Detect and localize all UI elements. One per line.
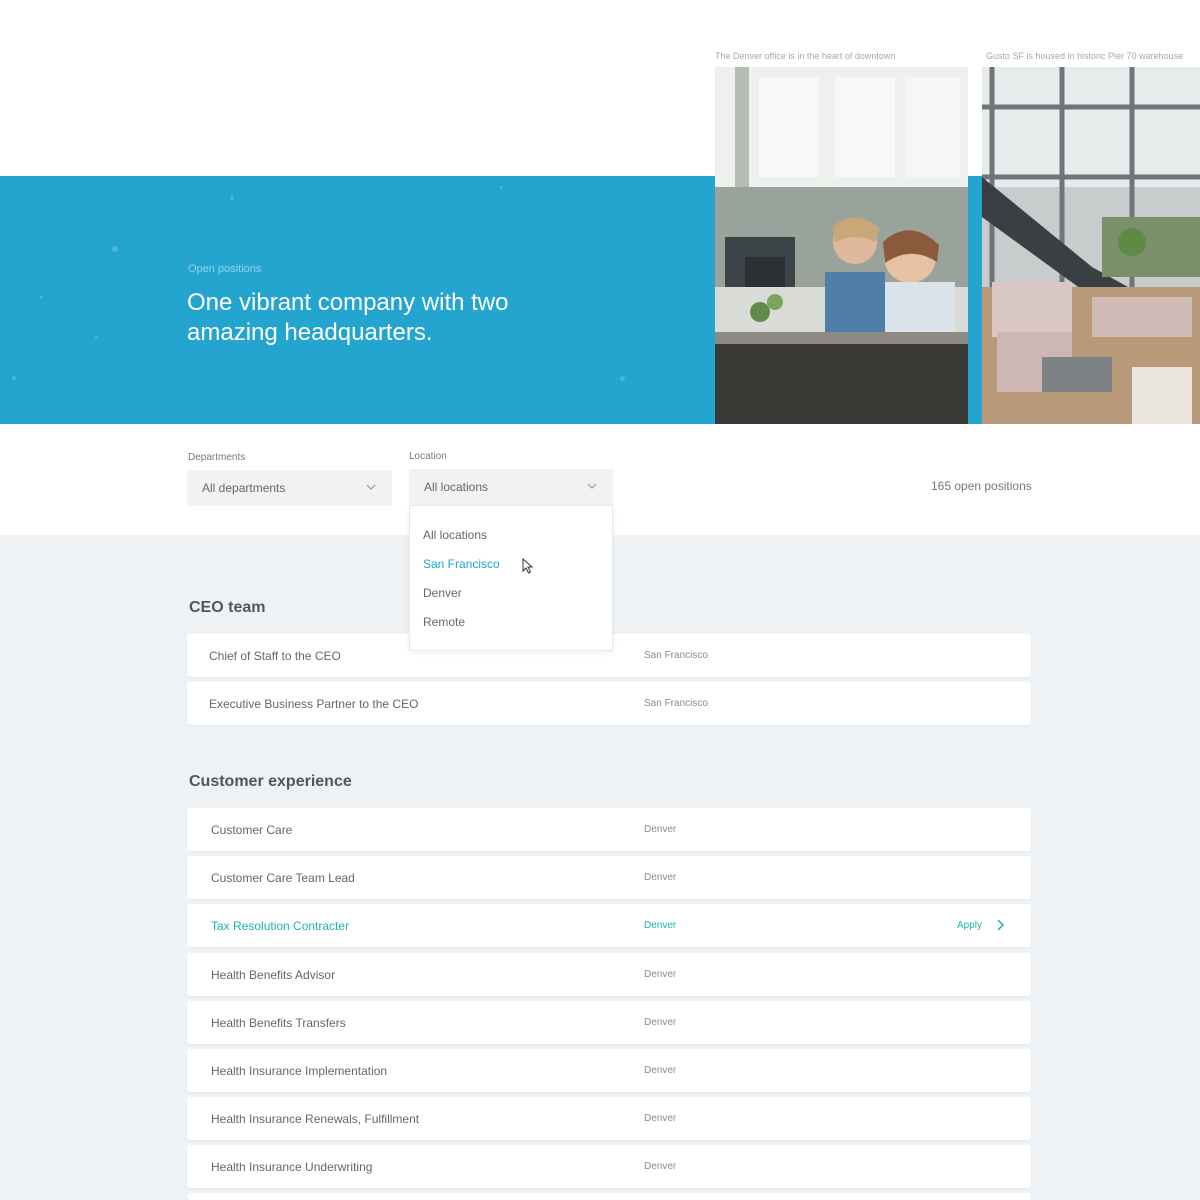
denver-office-photo [715,67,968,424]
hero-eyebrow: Open positions [188,263,262,275]
job-title: Executive Business Partner to the CEO [209,697,419,711]
job-row[interactable]: Health Benefits Advisor Denver [187,953,1031,996]
job-row[interactable]: Health Insurance Underwriting Denver [187,1145,1031,1188]
photo-caption-sf: Gusto SF is housed in historic Pier 70 w… [986,51,1184,61]
job-title: Health Insurance Underwriting [211,1160,373,1174]
job-row[interactable]: Health Insurance Implementation Denver [187,1049,1031,1092]
job-row-partial [187,1193,1031,1200]
job-location: San Francisco [644,698,708,709]
location-option-denver[interactable]: Denver [423,586,462,600]
hero-title: One vibrant company with two amazing hea… [187,289,509,346]
job-location: San Francisco [644,650,708,661]
job-title: Health Benefits Transfers [211,1016,346,1030]
location-option-san-francisco[interactable]: San Francisco [423,557,500,571]
job-location: Denver [644,1017,677,1028]
section-title-ceo-team: CEO team [189,599,266,616]
job-title: Health Insurance Renewals, Fulfillment [211,1112,420,1126]
job-location: Denver [644,920,677,931]
job-row[interactable]: Customer Care Team Lead Denver [187,856,1031,899]
job-location: Denver [644,872,677,883]
job-location: Denver [644,969,677,980]
job-row[interactable]: Executive Business Partner to the CEO Sa… [187,682,1031,725]
job-row[interactable]: Health Benefits Transfers Denver [187,1001,1031,1044]
job-location: Denver [644,1065,677,1076]
mouse-cursor-icon [522,558,534,574]
chevron-down-icon [366,484,376,490]
photo-caption-denver: The Denver office is in the heart of dow… [715,51,896,61]
job-location: Denver [644,824,677,835]
job-row[interactable]: Health Insurance Renewals, Fulfillment D… [187,1097,1031,1140]
job-row[interactable]: Customer Care Denver [187,808,1031,851]
departments-select-value: All departments [202,481,286,495]
job-title: Chief of Staff to the CEO [209,649,341,663]
departments-select[interactable]: All departments [187,470,392,506]
location-select-value: All locations [424,480,489,494]
job-title: Customer Care Team Lead [211,871,355,885]
job-location: Denver [644,1161,677,1172]
section-title-customer-experience: Customer experience [189,773,352,790]
departments-label: Departments [188,452,246,463]
apply-link[interactable]: Apply [957,920,982,931]
open-positions-count: 165 open positions [931,479,1032,493]
location-dropdown-menu: All locations San Francisco Denver Remot… [409,505,613,651]
job-title: Health Benefits Advisor [211,968,336,982]
location-select[interactable]: All locations [409,469,613,505]
chevron-down-icon [587,483,597,489]
job-row-active[interactable]: Tax Resolution Contracter Denver Apply [187,904,1031,947]
chevron-right-icon[interactable] [996,919,1004,931]
job-title: Tax Resolution Contracter [211,919,350,933]
location-label: Location [409,451,447,462]
job-title: Customer Care [211,823,293,837]
location-option-remote[interactable]: Remote [423,615,465,629]
sf-office-photo [982,67,1200,424]
job-location: Denver [644,1113,677,1124]
location-option-all[interactable]: All locations [423,528,487,542]
job-title: Health Insurance Implementation [211,1064,388,1078]
